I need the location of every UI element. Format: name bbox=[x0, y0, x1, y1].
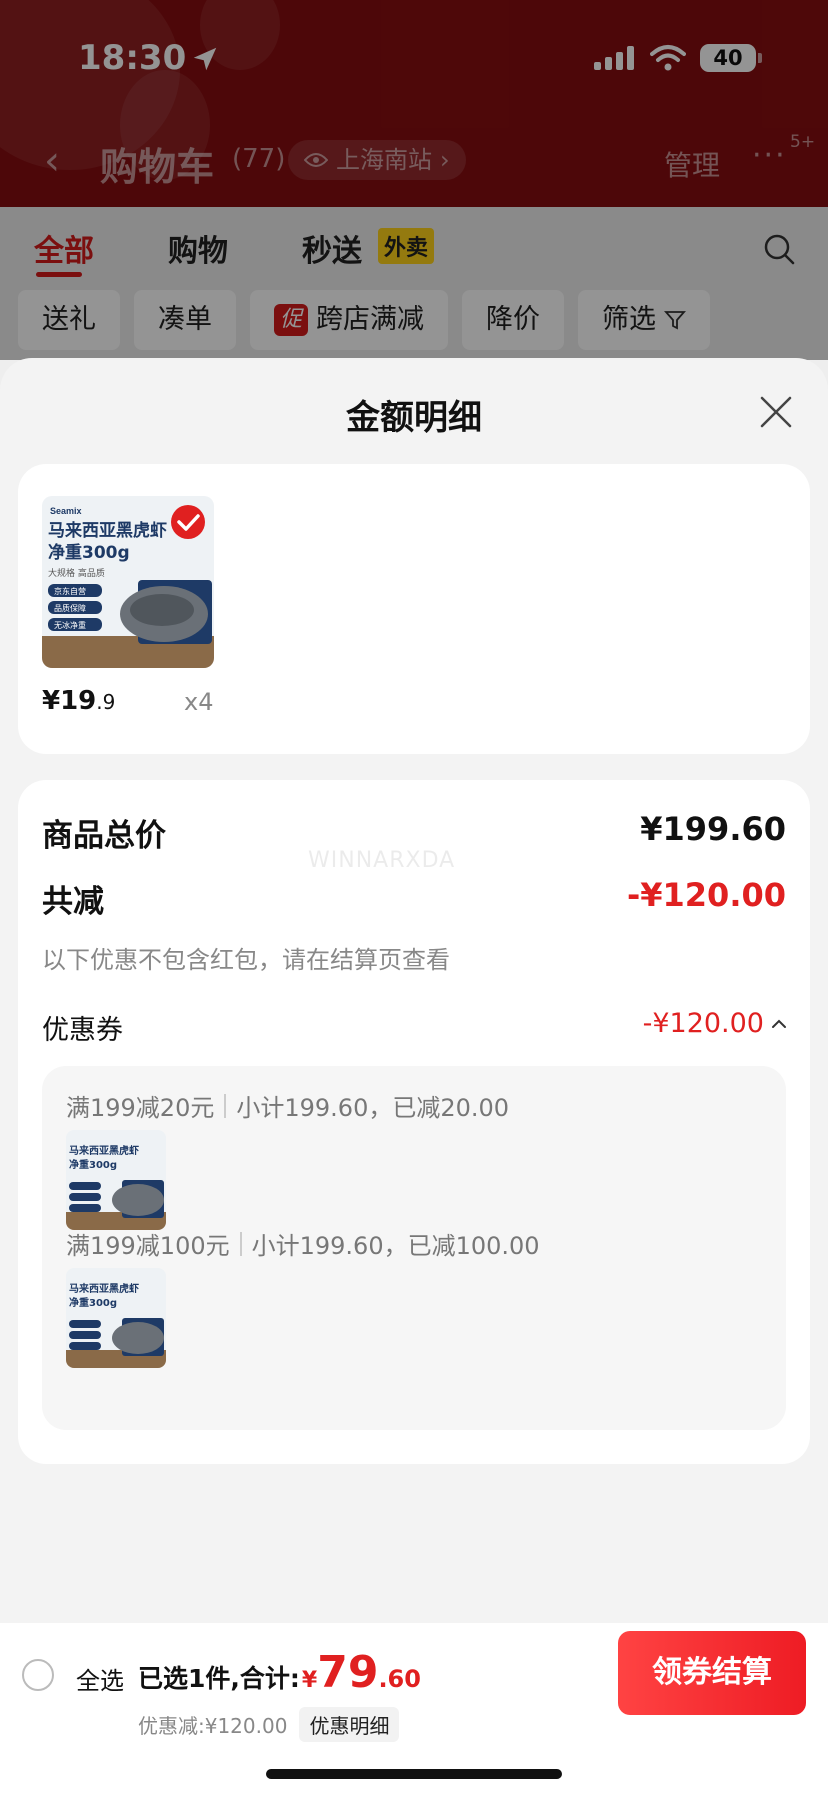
svg-text:马来西亚黑虎虾: 马来西亚黑虎虾 bbox=[48, 520, 167, 541]
reduce-label: 共减 bbox=[42, 884, 104, 920]
selected-summary: 已选1件,合计: ¥ 79 .60 bbox=[138, 1647, 421, 1698]
svg-text:马来西亚黑虎虾: 马来西亚黑虎虾 bbox=[69, 1144, 139, 1157]
coupon-value: -¥120.00 bbox=[642, 1008, 764, 1039]
total-amount-int: 79 bbox=[317, 1647, 379, 1698]
selected-label: 已选1件,合计: bbox=[138, 1664, 300, 1693]
discount-detail-button[interactable]: 优惠明细 bbox=[299, 1707, 400, 1742]
reduce-value: -¥120.00 bbox=[626, 876, 786, 914]
select-all-checkbox[interactable] bbox=[22, 1659, 54, 1691]
svg-text:品质保障: 品质保障 bbox=[54, 603, 86, 613]
coupon-label: 优惠券 bbox=[42, 1015, 123, 1046]
checkout-button[interactable]: 领券结算 bbox=[618, 1631, 806, 1715]
coupon-rule-2: 满199减100元 小计199.60，已减100.00 bbox=[66, 1226, 540, 1261]
coupon-product-thumbnail: 马来西亚黑虎虾 净重300g bbox=[66, 1130, 166, 1230]
total-label: 商品总价 bbox=[42, 818, 166, 854]
product-price: ¥19.9 bbox=[42, 686, 115, 716]
svg-text:净重300g: 净重300g bbox=[69, 1296, 117, 1309]
select-all-label[interactable]: 全选 bbox=[76, 1661, 124, 1696]
total-value: ¥199.60 bbox=[640, 810, 786, 848]
coupon-toggle[interactable]: -¥120.00 bbox=[643, 1008, 788, 1039]
product-thumbnail: 马来西亚黑虎虾 净重300g bbox=[66, 1268, 166, 1368]
product-price-dec: .9 bbox=[96, 690, 116, 714]
svg-text:净重300g: 净重300g bbox=[48, 542, 130, 563]
product-image[interactable]: Seamix 马来西亚黑虎虾 净重300g 大规格 高品质 京东自营 品质保障 … bbox=[42, 496, 214, 668]
coupon-product-thumbnail: 马来西亚黑虎虾 净重300g bbox=[66, 1268, 166, 1368]
svg-text:净重300g: 净重300g bbox=[69, 1158, 117, 1171]
close-icon[interactable] bbox=[756, 392, 796, 432]
dim-overlay[interactable] bbox=[0, 0, 828, 360]
total-amount-dec: .60 bbox=[378, 1665, 421, 1693]
svg-text:京东自营: 京东自营 bbox=[54, 586, 86, 596]
coupon-rule-text: 满199减100元 bbox=[66, 1232, 230, 1260]
product-thumbnail: Seamix 马来西亚黑虎虾 净重300g 大规格 高品质 京东自营 品质保障 … bbox=[42, 496, 214, 668]
coupon-detail-box: 满199减20元 小计199.60，已减20.00 马来西亚黑虎虾 净重300g bbox=[42, 1066, 786, 1430]
product-card: Seamix 马来西亚黑虎虾 净重300g 大规格 高品质 京东自营 品质保障 … bbox=[18, 464, 810, 754]
coupon-rule-1: 满199减20元 小计199.60，已减20.00 bbox=[66, 1088, 509, 1123]
coupon-rule-text: 满199减20元 bbox=[66, 1094, 215, 1122]
coupon-subtotal-text: 小计199.60，已减20.00 bbox=[236, 1094, 510, 1122]
divider bbox=[224, 1093, 227, 1118]
discount-text: 优惠减:¥120.00 bbox=[138, 1714, 288, 1738]
sheet-title: 金额明细 bbox=[346, 398, 482, 438]
coupon-subtotal-text: 小计199.60，已减100.00 bbox=[251, 1232, 540, 1260]
checkout-bar: 全选 已选1件,合计: ¥ 79 .60 优惠减:¥120.00 优惠明细 领券… bbox=[0, 1623, 828, 1796]
svg-text:无冰净重: 无冰净重 bbox=[54, 620, 86, 630]
divider bbox=[239, 1231, 242, 1256]
home-indicator bbox=[266, 1769, 562, 1779]
product-price-int: ¥19 bbox=[42, 686, 97, 716]
product-quantity: x4 bbox=[184, 688, 214, 716]
total-currency: ¥ bbox=[301, 1668, 318, 1693]
chevron-up-icon bbox=[772, 1019, 786, 1028]
discount-summary: 优惠减:¥120.00 优惠明细 bbox=[138, 1707, 400, 1742]
svg-text:马来西亚黑虎虾: 马来西亚黑虎虾 bbox=[69, 1282, 139, 1295]
svg-text:大规格 高品质: 大规格 高品质 bbox=[48, 567, 105, 579]
amount-detail-sheet: 金额明细 Seamix 马来西亚黑虎虾 净重300g 大规格 高品质 京东自营 … bbox=[0, 358, 828, 1623]
watermark: WINNARXDA bbox=[308, 848, 456, 873]
discount-note: 以下优惠不包含红包，请在结算页查看 bbox=[42, 946, 450, 974]
amount-summary-card: 商品总价 ¥199.60 WINNARXDA 共减 -¥120.00 以下优惠不… bbox=[18, 780, 810, 1464]
svg-text:Seamix: Seamix bbox=[50, 506, 82, 516]
product-thumbnail: 马来西亚黑虎虾 净重300g bbox=[66, 1130, 166, 1230]
